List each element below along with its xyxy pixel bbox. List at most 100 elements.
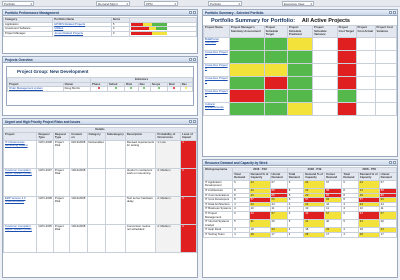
indicator-cell [106,86,126,92]
type-cell: Project Risk [52,223,71,253]
status-dot-icon [115,87,118,90]
status-dot-icon [172,87,175,90]
minimize-icon[interactable] [189,120,192,123]
project-link[interactable]: Customer Complaint Mgmt. System (CCM) [3,223,38,253]
table-row: IT-Infrastructure Monitoring Rollout GPO-… [3,139,197,169]
panel-header: Urgent and High Priority Project Risks a… [3,119,197,125]
status-cell [374,36,397,51]
status-bar-segment [152,32,167,36]
status-cell [228,36,265,51]
portfolio-dropdown[interactable]: Portfolio ▾ [2,1,34,6]
demand-dropdown[interactable]: Demand Mgmt ▾ [96,1,130,6]
project-link[interactable]: Cross-Dev Project C [203,75,230,90]
close-icon[interactable] [193,11,196,14]
category-cell [86,167,106,197]
project-link[interactable]: Order Management system [7,86,64,92]
ppm-dropdown[interactable]: PPM ▾ [144,1,178,6]
panel-window-controls [388,161,396,167]
status-bar-segment [155,27,167,31]
table-row: IT Internal Systems Analyst 5 31 40 5 31 40 5 31… [203,219,397,229]
status-cell [336,36,357,51]
status-cell [312,101,338,116]
table-row: Order Management system Doug Morris [7,86,194,92]
status-bar-segment [130,32,153,36]
portfolio2-dropdown[interactable]: Portfolio ▾ [208,1,242,6]
table-row: Customer Complaint Mgmt. System (CCM) GPO… [3,167,197,197]
column-header: Project Schedule Target [263,25,288,38]
status-cell [228,62,265,77]
status-cell [263,88,288,103]
project-link[interactable]: Cultural Enhancements [203,101,230,116]
status-cell [228,75,265,90]
panel-title: Resource Demand and Capacity by Week [205,161,268,165]
column-header: Project Cost Variance [374,25,397,38]
close-icon[interactable] [193,58,196,61]
project-link[interactable]: Cross-Dev Project D [203,88,230,103]
project-group-title: Project Group: New Development [17,69,89,74]
status-cell [355,101,376,116]
status-cell [336,88,357,103]
project-link[interactable]: ERP Version 2.0 Implementation [3,195,38,225]
demand-value: 17 [378,231,397,238]
project-link[interactable]: Cross-Dev Project A [203,49,230,64]
portfolio-table: Category Portfolio Name Items Application H… [3,17,197,38]
projects-overview-table: Indicators Project Owner Phase Sched Risk Dev… [6,77,194,92]
panel-title: Urgent and High Priority Project Risks a… [5,120,81,124]
panel-window-controls [188,120,196,126]
minimize-icon[interactable] [389,161,392,164]
created-cell: 10/14/2008 [69,167,88,197]
summary-heading: Portfolio Summary for Portfolio: All Act… [203,16,397,25]
chevron-down-icon: ▾ [310,2,312,6]
created-cell: 03/13/2008 [69,139,88,169]
sub-cell [104,167,126,197]
workgroup-header: Workgroupname [203,167,234,181]
status-dot-icon [97,87,100,90]
type-cell: Project Risk [52,195,71,225]
status-bar [130,22,167,26]
panel-window-controls [188,58,196,64]
panel-window-controls [388,11,396,17]
view-dropdown[interactable]: Executive View ▾ [282,1,314,6]
category-cell [86,195,106,225]
status-cell [355,36,376,51]
panel-header: Portfolio Summary - Selected Portfolio [203,10,397,16]
demand-value: 17 [269,231,288,238]
project-link[interactable]: BuildPortal Interface [203,36,230,51]
minimize-icon[interactable] [389,11,392,14]
category-cell: Project Manager [3,31,54,38]
close-icon[interactable] [393,161,396,164]
status-dot-icon [157,87,160,90]
indicator-cell [137,86,151,92]
status-cell [312,36,338,51]
close-icon[interactable] [193,120,196,123]
status-cell [286,62,314,77]
status-cell [336,49,357,64]
panel-window-controls [188,11,196,17]
table-row: IT Project Management 6 44 57 6 44 57 6 44 57 [203,210,397,221]
portfolio-performance-panel: Portfolio Performance Management Categor… [2,9,198,54]
owner-cell: Doug Morris [62,86,92,92]
created-cell: 10/14/2008 [69,195,88,225]
prob-cell: 2: Medium [155,167,182,197]
table-row: Cross-Dev Project D [203,88,397,103]
table-row: Cross-Dev Project C [203,75,397,90]
portfolio-link[interactable]: Jones Related Projects [52,31,112,38]
status-cell [286,101,314,116]
column-header: Project Schedule Variance [312,25,338,38]
req-cell: GPO-2007 [36,167,54,197]
minimize-icon[interactable] [189,58,192,61]
sub-cell [104,223,126,253]
project-link[interactable]: Cross-Dev Project B [203,62,230,77]
prob-cell: 1: Low [155,139,182,169]
status-cell [286,75,314,90]
desc-cell: Revised requirements for testing [124,139,157,169]
project-link[interactable]: IT-Infrastructure Monitoring Rollout [3,139,38,169]
summary-title: Portfolio Summary for Portfolio: [211,18,296,24]
status-cell [355,49,376,64]
panel-title: Portfolio Summary - Selected Portfolio [205,11,264,15]
project-link[interactable]: Customer Complaint Mgmt. System (CCM) [3,167,38,197]
minimize-icon[interactable] [189,11,192,14]
close-icon[interactable] [393,11,396,14]
urgent-risks-panel: Urgent and High Priority Project Risks a… [2,118,198,278]
type-cell: Project Risk [52,139,71,169]
